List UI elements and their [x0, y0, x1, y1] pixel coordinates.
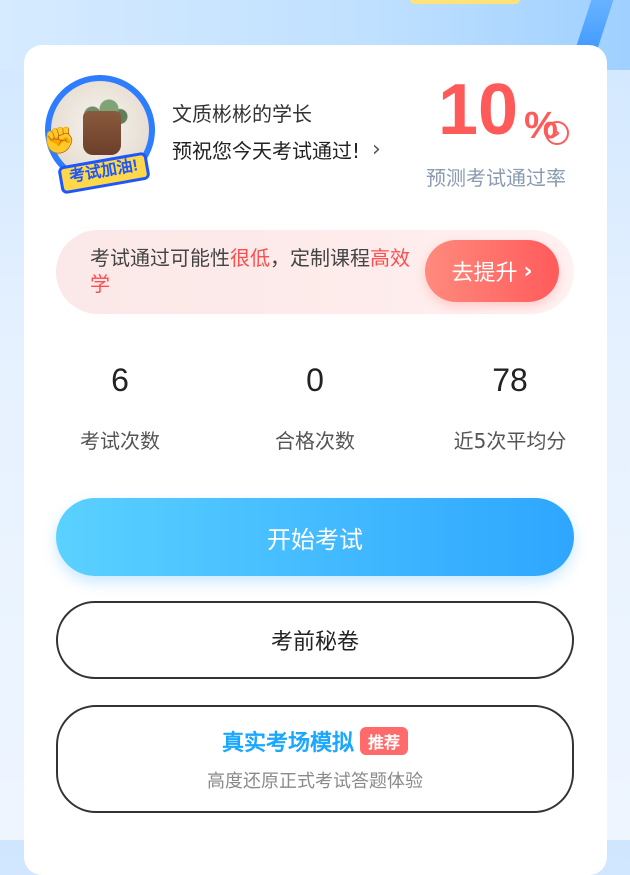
banner-text-1: 考试通过可能性: [90, 246, 230, 270]
stat-value: 78: [492, 362, 528, 398]
plant-pot: [83, 111, 121, 155]
banner-text-3: ，定制课程: [270, 246, 370, 270]
boost-label: 去提升: [451, 261, 518, 286]
mock-exam-button[interactable]: 真实考场模拟 推荐 高度还原正式考试答题体验: [56, 705, 574, 813]
fist-icon: ✊: [43, 126, 76, 156]
pass-rate-value: 10: [438, 70, 519, 150]
greeting-text: 预祝您今天考试通过!: [172, 139, 361, 163]
chevron-right-icon: ›: [372, 136, 381, 162]
stat-label: 考试次数: [80, 429, 160, 453]
pass-rate: 10 %: [438, 74, 558, 146]
mock-title: 真实考场模拟: [221, 731, 354, 756]
stat-exam-count: 6 考试次数: [30, 362, 210, 454]
mock-title-row: 真实考场模拟 推荐: [221, 725, 409, 757]
pass-rate-label: 预测考试通过率: [426, 166, 566, 190]
banner-text-low: 很低: [230, 246, 270, 270]
chevron-right-icon: ›: [523, 258, 533, 284]
banner-text: 考试通过可能性很低，定制课程高效学: [90, 245, 420, 297]
boost-button[interactable]: 去提升 ›: [425, 240, 559, 302]
stat-label: 合格次数: [275, 429, 355, 453]
recommend-badge: 推荐: [360, 727, 409, 755]
secret-paper-button[interactable]: 考前秘卷: [56, 601, 574, 679]
stat-pass-count: 0 合格次数: [225, 362, 405, 454]
chevron-right-circle-icon[interactable]: ›: [545, 121, 569, 145]
stat-label: 近5次平均分: [453, 429, 567, 453]
secret-paper-label: 考前秘卷: [270, 630, 359, 655]
stat-value: 0: [306, 362, 324, 398]
stat-value: 6: [111, 362, 129, 398]
mock-subtitle: 高度还原正式考试答题体验: [207, 771, 423, 792]
user-name: 文质彬彬的学长: [172, 102, 312, 126]
avatar[interactable]: ✊ 考试加油!: [43, 75, 155, 195]
greeting-link[interactable]: 预祝您今天考试通过! ›: [172, 135, 381, 164]
start-exam-button[interactable]: 开始考试: [56, 498, 574, 576]
decor-yellow-bar: [410, 0, 520, 4]
stat-average-score: 78 近5次平均分: [420, 362, 600, 454]
